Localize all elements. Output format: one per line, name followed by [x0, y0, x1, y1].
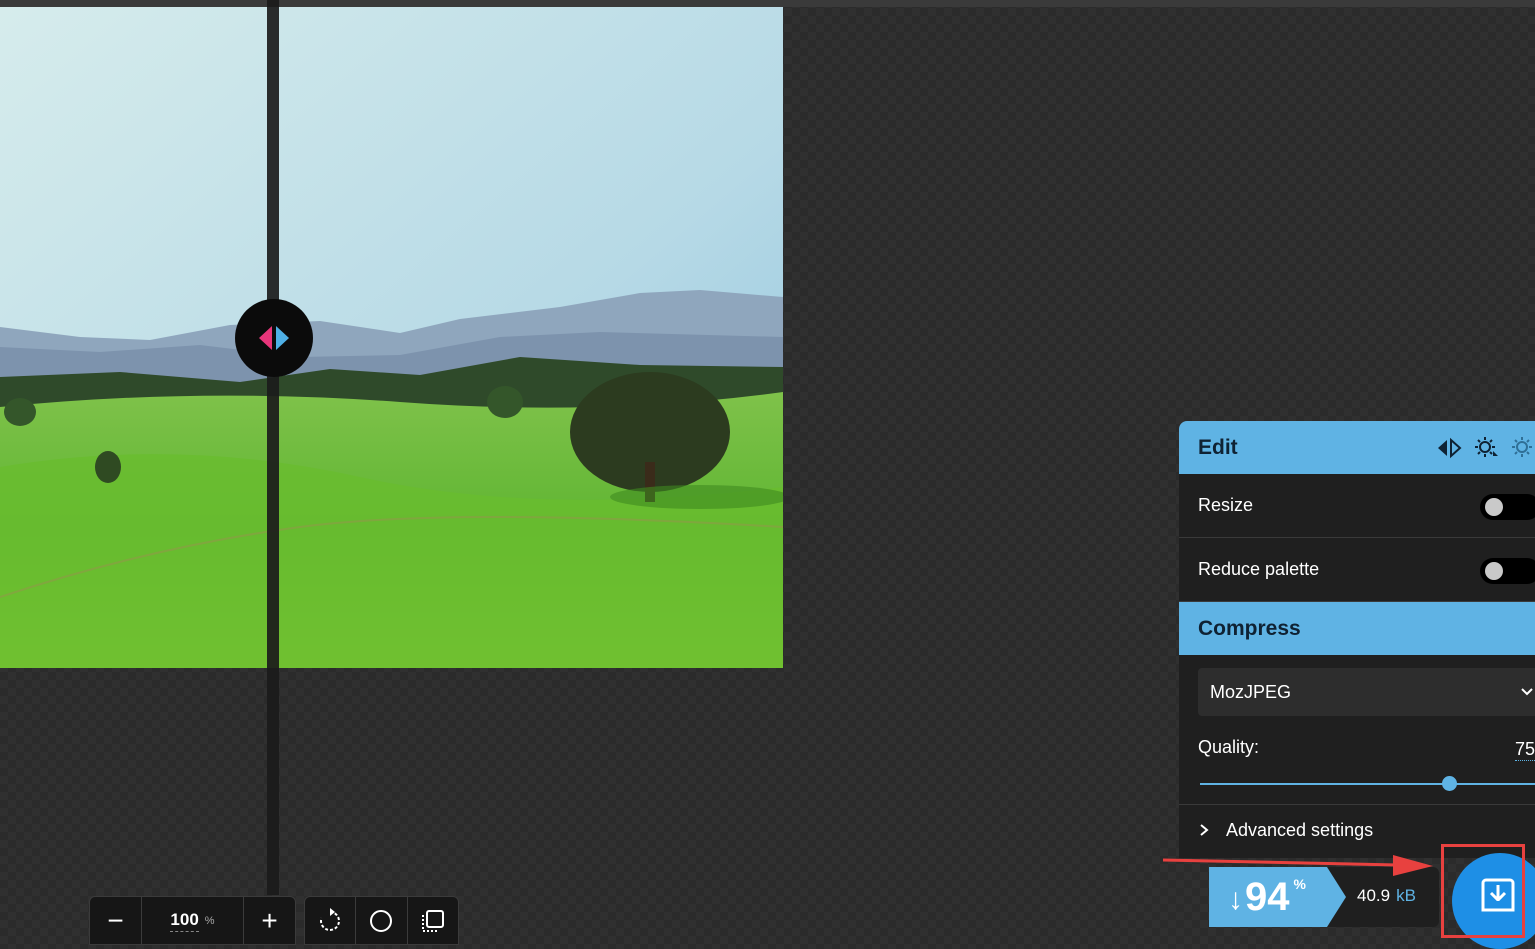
settings-paste-icon[interactable]	[1509, 435, 1535, 461]
savings-percent-symbol: %	[1293, 876, 1306, 892]
header-actions	[1435, 421, 1535, 474]
zoom-out-button[interactable]: −	[90, 897, 141, 944]
output-size-unit: kB	[1396, 886, 1416, 905]
edit-title: Edit	[1198, 435, 1238, 459]
compare-handle[interactable]	[235, 299, 313, 377]
zoom-level-input[interactable]: 100 %	[141, 897, 244, 944]
background-toggle-button[interactable]	[355, 897, 406, 944]
zoom-controls: − 100 % +	[89, 896, 296, 945]
resize-toggle[interactable]	[1480, 494, 1535, 520]
quality-value-input[interactable]: 75	[1515, 739, 1535, 761]
annotation-arrow-icon	[1163, 855, 1433, 876]
quality-control: Quality: 75	[1179, 716, 1535, 804]
codec-select[interactable]: MozJPEG	[1198, 668, 1535, 716]
preview-image	[0, 7, 783, 668]
split-arrows-icon	[259, 326, 289, 350]
toggle-knob	[1485, 498, 1503, 516]
rotate-button[interactable]	[305, 897, 355, 944]
split-arrows-icon[interactable]	[1435, 436, 1463, 460]
image-tools	[304, 896, 459, 945]
circle-icon	[370, 909, 393, 932]
quality-slider-thumb[interactable]	[1442, 776, 1457, 791]
resize-label: Resize	[1198, 495, 1254, 515]
output-size-value: 40.9	[1357, 886, 1391, 905]
zoom-in-button[interactable]: +	[244, 897, 295, 944]
chevron-down-icon	[1521, 688, 1533, 696]
edit-header: Edit	[1179, 421, 1535, 474]
settings-copy-icon[interactable]	[1473, 435, 1499, 461]
options-panel: Edit Resize Reduce palette Compress MozJ…	[1179, 421, 1535, 858]
savings-text: ↓ 94 %	[1228, 874, 1306, 920]
savings-percent: 94	[1245, 874, 1290, 919]
crop-icon	[421, 909, 444, 932]
crop-button[interactable]	[406, 897, 458, 944]
advanced-settings-label: Advanced settings	[1226, 819, 1374, 840]
zoom-value: 100	[170, 910, 199, 932]
toggle-knob	[1485, 562, 1503, 580]
compress-title: Compress	[1198, 616, 1301, 640]
quality-label: Quality:	[1198, 737, 1260, 757]
top-strip	[0, 0, 1535, 7]
compare-divider[interactable]	[267, 0, 279, 895]
reduce-palette-toggle[interactable]	[1480, 558, 1535, 584]
chevron-right-icon	[1200, 824, 1209, 836]
annotation-highlight-box	[1441, 844, 1525, 938]
rotate-icon	[320, 907, 341, 931]
quality-slider-track[interactable]	[1200, 783, 1535, 785]
codec-value: MozJPEG	[1210, 681, 1292, 702]
zoom-unit: %	[204, 914, 215, 927]
reduce-palette-label: Reduce palette	[1198, 559, 1320, 579]
output-size: 40.9 kB	[1357, 886, 1416, 906]
compress-header: Compress	[1179, 602, 1535, 655]
resize-option: Resize	[1179, 474, 1535, 538]
savings-arrow: ↓	[1228, 883, 1243, 916]
reduce-palette-option: Reduce palette	[1179, 538, 1535, 602]
